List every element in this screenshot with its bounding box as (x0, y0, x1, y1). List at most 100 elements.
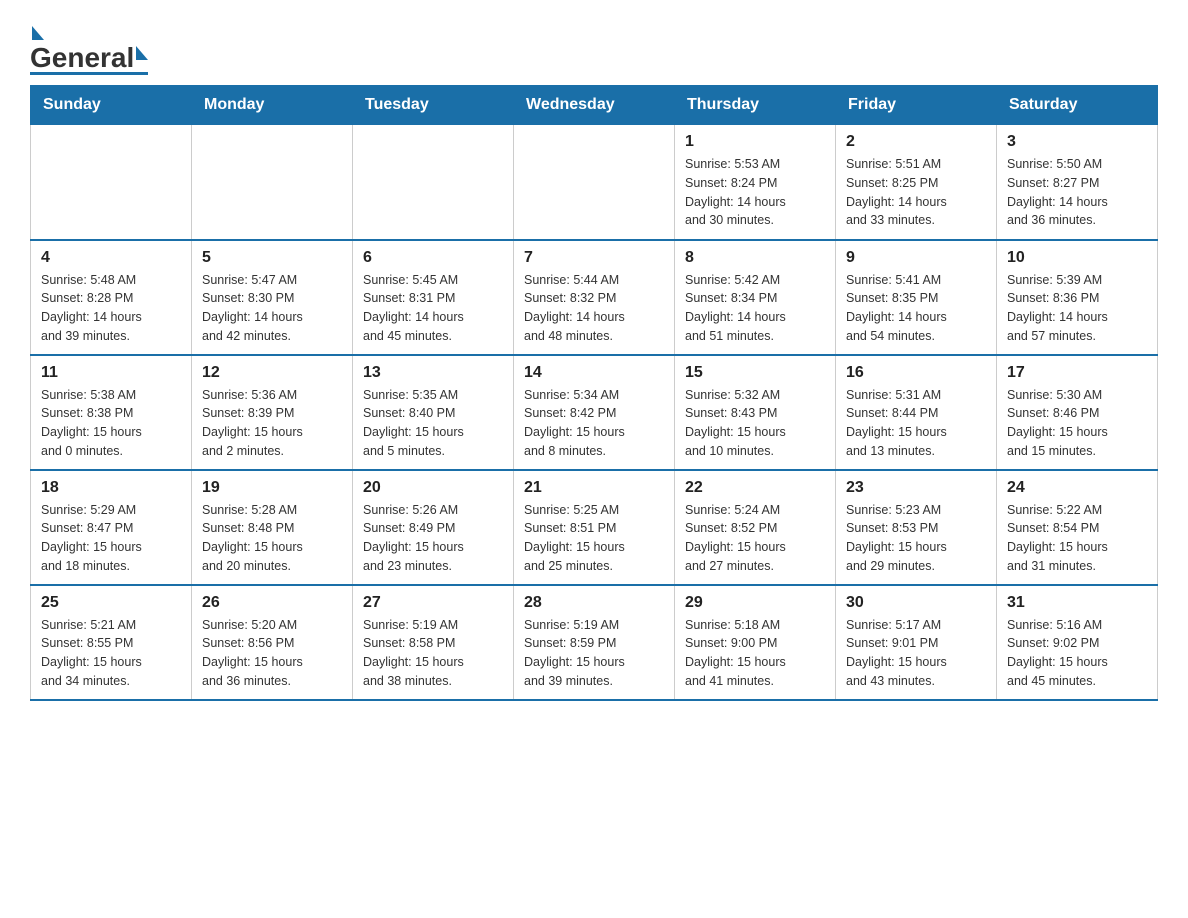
page-header: General (30, 20, 1158, 75)
weekday-header-monday: Monday (192, 86, 353, 125)
calendar-cell: 16 Sunrise: 5:31 AM Sunset: 8:44 PM Dayli… (836, 355, 997, 470)
day-info: Sunrise: 5:53 AM Sunset: 8:24 PM Dayligh… (685, 155, 825, 230)
calendar-cell: 17 Sunrise: 5:30 AM Sunset: 8:46 PM Dayli… (997, 355, 1158, 470)
weekday-header-row: SundayMondayTuesdayWednesdayThursdayFrid… (31, 86, 1158, 125)
day-number: 9 (846, 249, 986, 267)
logo-triangle-icon (32, 26, 44, 40)
day-number: 2 (846, 133, 986, 151)
day-info: Sunrise: 5:30 AM Sunset: 8:46 PM Dayligh… (1007, 386, 1147, 461)
calendar-cell: 1Sunrise: 5:53 AM Sunset: 8:24 PM Daylig… (675, 125, 836, 240)
calendar-cell: 7 Sunrise: 5:44 AM Sunset: 8:32 PM Daylig… (514, 240, 675, 355)
day-info: Sunrise: 5:39 AM Sunset: 8:36 PM Dayligh… (1007, 271, 1147, 346)
calendar-cell: 20Sunrise: 5:26 AM Sunset: 8:49 PM Dayli… (353, 470, 514, 585)
day-info: Sunrise: 5:22 AM Sunset: 8:54 PM Dayligh… (1007, 501, 1147, 576)
day-info: Sunrise: 5:38 AM Sunset: 8:38 PM Dayligh… (41, 386, 181, 461)
day-number: 7 (524, 249, 664, 267)
logo-underline (30, 72, 148, 75)
day-number: 26 (202, 594, 342, 612)
day-info: Sunrise: 5:16 AM Sunset: 9:02 PM Dayligh… (1007, 616, 1147, 691)
day-info: Sunrise: 5:17 AM Sunset: 9:01 PM Dayligh… (846, 616, 986, 691)
day-info: Sunrise: 5:19 AM Sunset: 8:59 PM Dayligh… (524, 616, 664, 691)
week-row-1: 1Sunrise: 5:53 AM Sunset: 8:24 PM Daylig… (31, 125, 1158, 240)
day-info: Sunrise: 5:31 AM Sunset: 8:44 PM Dayligh… (846, 386, 986, 461)
day-info: Sunrise: 5:45 AM Sunset: 8:31 PM Dayligh… (363, 271, 503, 346)
day-info: Sunrise: 5:29 AM Sunset: 8:47 PM Dayligh… (41, 501, 181, 576)
day-number: 29 (685, 594, 825, 612)
weekday-header-wednesday: Wednesday (514, 86, 675, 125)
calendar-cell: 25Sunrise: 5:21 AM Sunset: 8:55 PM Dayli… (31, 585, 192, 700)
calendar-cell: 29 Sunrise: 5:18 AM Sunset: 9:00 PM Dayli… (675, 585, 836, 700)
calendar-table: SundayMondayTuesdayWednesdayThursdayFrid… (30, 85, 1158, 701)
day-number: 14 (524, 364, 664, 382)
day-number: 16 (846, 364, 986, 382)
calendar-cell: 28 Sunrise: 5:19 AM Sunset: 8:59 PM Dayli… (514, 585, 675, 700)
week-row-5: 25Sunrise: 5:21 AM Sunset: 8:55 PM Dayli… (31, 585, 1158, 700)
day-number: 6 (363, 249, 503, 267)
day-number: 15 (685, 364, 825, 382)
logo: General (30, 20, 148, 75)
calendar-cell: 3 Sunrise: 5:50 AM Sunset: 8:27 PM Daylig… (997, 125, 1158, 240)
calendar-cell: 13Sunrise: 5:35 AM Sunset: 8:40 PM Dayli… (353, 355, 514, 470)
day-number: 20 (363, 479, 503, 497)
day-number: 23 (846, 479, 986, 497)
day-number: 30 (846, 594, 986, 612)
day-number: 3 (1007, 133, 1147, 151)
day-info: Sunrise: 5:23 AM Sunset: 8:53 PM Dayligh… (846, 501, 986, 576)
calendar-cell: 22Sunrise: 5:24 AM Sunset: 8:52 PM Dayli… (675, 470, 836, 585)
day-info: Sunrise: 5:34 AM Sunset: 8:42 PM Dayligh… (524, 386, 664, 461)
calendar-cell: 27Sunrise: 5:19 AM Sunset: 8:58 PM Dayli… (353, 585, 514, 700)
calendar-cell: 26Sunrise: 5:20 AM Sunset: 8:56 PM Dayli… (192, 585, 353, 700)
calendar-cell (514, 125, 675, 240)
calendar-cell: 15 Sunrise: 5:32 AM Sunset: 8:43 PM Dayli… (675, 355, 836, 470)
day-info: Sunrise: 5:51 AM Sunset: 8:25 PM Dayligh… (846, 155, 986, 230)
calendar-cell: 14 Sunrise: 5:34 AM Sunset: 8:42 PM Dayli… (514, 355, 675, 470)
day-info: Sunrise: 5:44 AM Sunset: 8:32 PM Dayligh… (524, 271, 664, 346)
calendar-cell: 21 Sunrise: 5:25 AM Sunset: 8:51 PM Dayli… (514, 470, 675, 585)
weekday-header-friday: Friday (836, 86, 997, 125)
day-info: Sunrise: 5:32 AM Sunset: 8:43 PM Dayligh… (685, 386, 825, 461)
day-number: 27 (363, 594, 503, 612)
calendar-cell: 5 Sunrise: 5:47 AM Sunset: 8:30 PM Daylig… (192, 240, 353, 355)
calendar-cell: 23 Sunrise: 5:23 AM Sunset: 8:53 PM Dayli… (836, 470, 997, 585)
day-info: Sunrise: 5:36 AM Sunset: 8:39 PM Dayligh… (202, 386, 342, 461)
week-row-3: 11Sunrise: 5:38 AM Sunset: 8:38 PM Dayli… (31, 355, 1158, 470)
weekday-header-saturday: Saturday (997, 86, 1158, 125)
calendar-cell (192, 125, 353, 240)
day-info: Sunrise: 5:41 AM Sunset: 8:35 PM Dayligh… (846, 271, 986, 346)
week-row-2: 4 Sunrise: 5:48 AM Sunset: 8:28 PM Daylig… (31, 240, 1158, 355)
calendar-cell: 9 Sunrise: 5:41 AM Sunset: 8:35 PM Daylig… (836, 240, 997, 355)
day-info: Sunrise: 5:47 AM Sunset: 8:30 PM Dayligh… (202, 271, 342, 346)
calendar-cell: 2 Sunrise: 5:51 AM Sunset: 8:25 PM Daylig… (836, 125, 997, 240)
calendar-cell (353, 125, 514, 240)
calendar-cell: 19 Sunrise: 5:28 AM Sunset: 8:48 PM Dayli… (192, 470, 353, 585)
calendar-cell: 4 Sunrise: 5:48 AM Sunset: 8:28 PM Daylig… (31, 240, 192, 355)
day-number: 8 (685, 249, 825, 267)
day-number: 17 (1007, 364, 1147, 382)
logo-general-text2: General (30, 42, 134, 74)
day-number: 5 (202, 249, 342, 267)
day-info: Sunrise: 5:25 AM Sunset: 8:51 PM Dayligh… (524, 501, 664, 576)
weekday-header-thursday: Thursday (675, 86, 836, 125)
day-number: 25 (41, 594, 181, 612)
day-info: Sunrise: 5:42 AM Sunset: 8:34 PM Dayligh… (685, 271, 825, 346)
day-info: Sunrise: 5:18 AM Sunset: 9:00 PM Dayligh… (685, 616, 825, 691)
day-number: 12 (202, 364, 342, 382)
logo-arrow-icon (136, 46, 148, 60)
weekday-header-sunday: Sunday (31, 86, 192, 125)
calendar-cell: 10Sunrise: 5:39 AM Sunset: 8:36 PM Dayli… (997, 240, 1158, 355)
day-number: 21 (524, 479, 664, 497)
day-number: 22 (685, 479, 825, 497)
day-info: Sunrise: 5:48 AM Sunset: 8:28 PM Dayligh… (41, 271, 181, 346)
day-info: Sunrise: 5:50 AM Sunset: 8:27 PM Dayligh… (1007, 155, 1147, 230)
week-row-4: 18 Sunrise: 5:29 AM Sunset: 8:47 PM Dayli… (31, 470, 1158, 585)
day-number: 13 (363, 364, 503, 382)
day-number: 28 (524, 594, 664, 612)
weekday-header-tuesday: Tuesday (353, 86, 514, 125)
day-number: 18 (41, 479, 181, 497)
calendar-cell: 30 Sunrise: 5:17 AM Sunset: 9:01 PM Dayli… (836, 585, 997, 700)
day-info: Sunrise: 5:28 AM Sunset: 8:48 PM Dayligh… (202, 501, 342, 576)
day-number: 19 (202, 479, 342, 497)
calendar-cell (31, 125, 192, 240)
day-number: 4 (41, 249, 181, 267)
calendar-cell: 31Sunrise: 5:16 AM Sunset: 9:02 PM Dayli… (997, 585, 1158, 700)
